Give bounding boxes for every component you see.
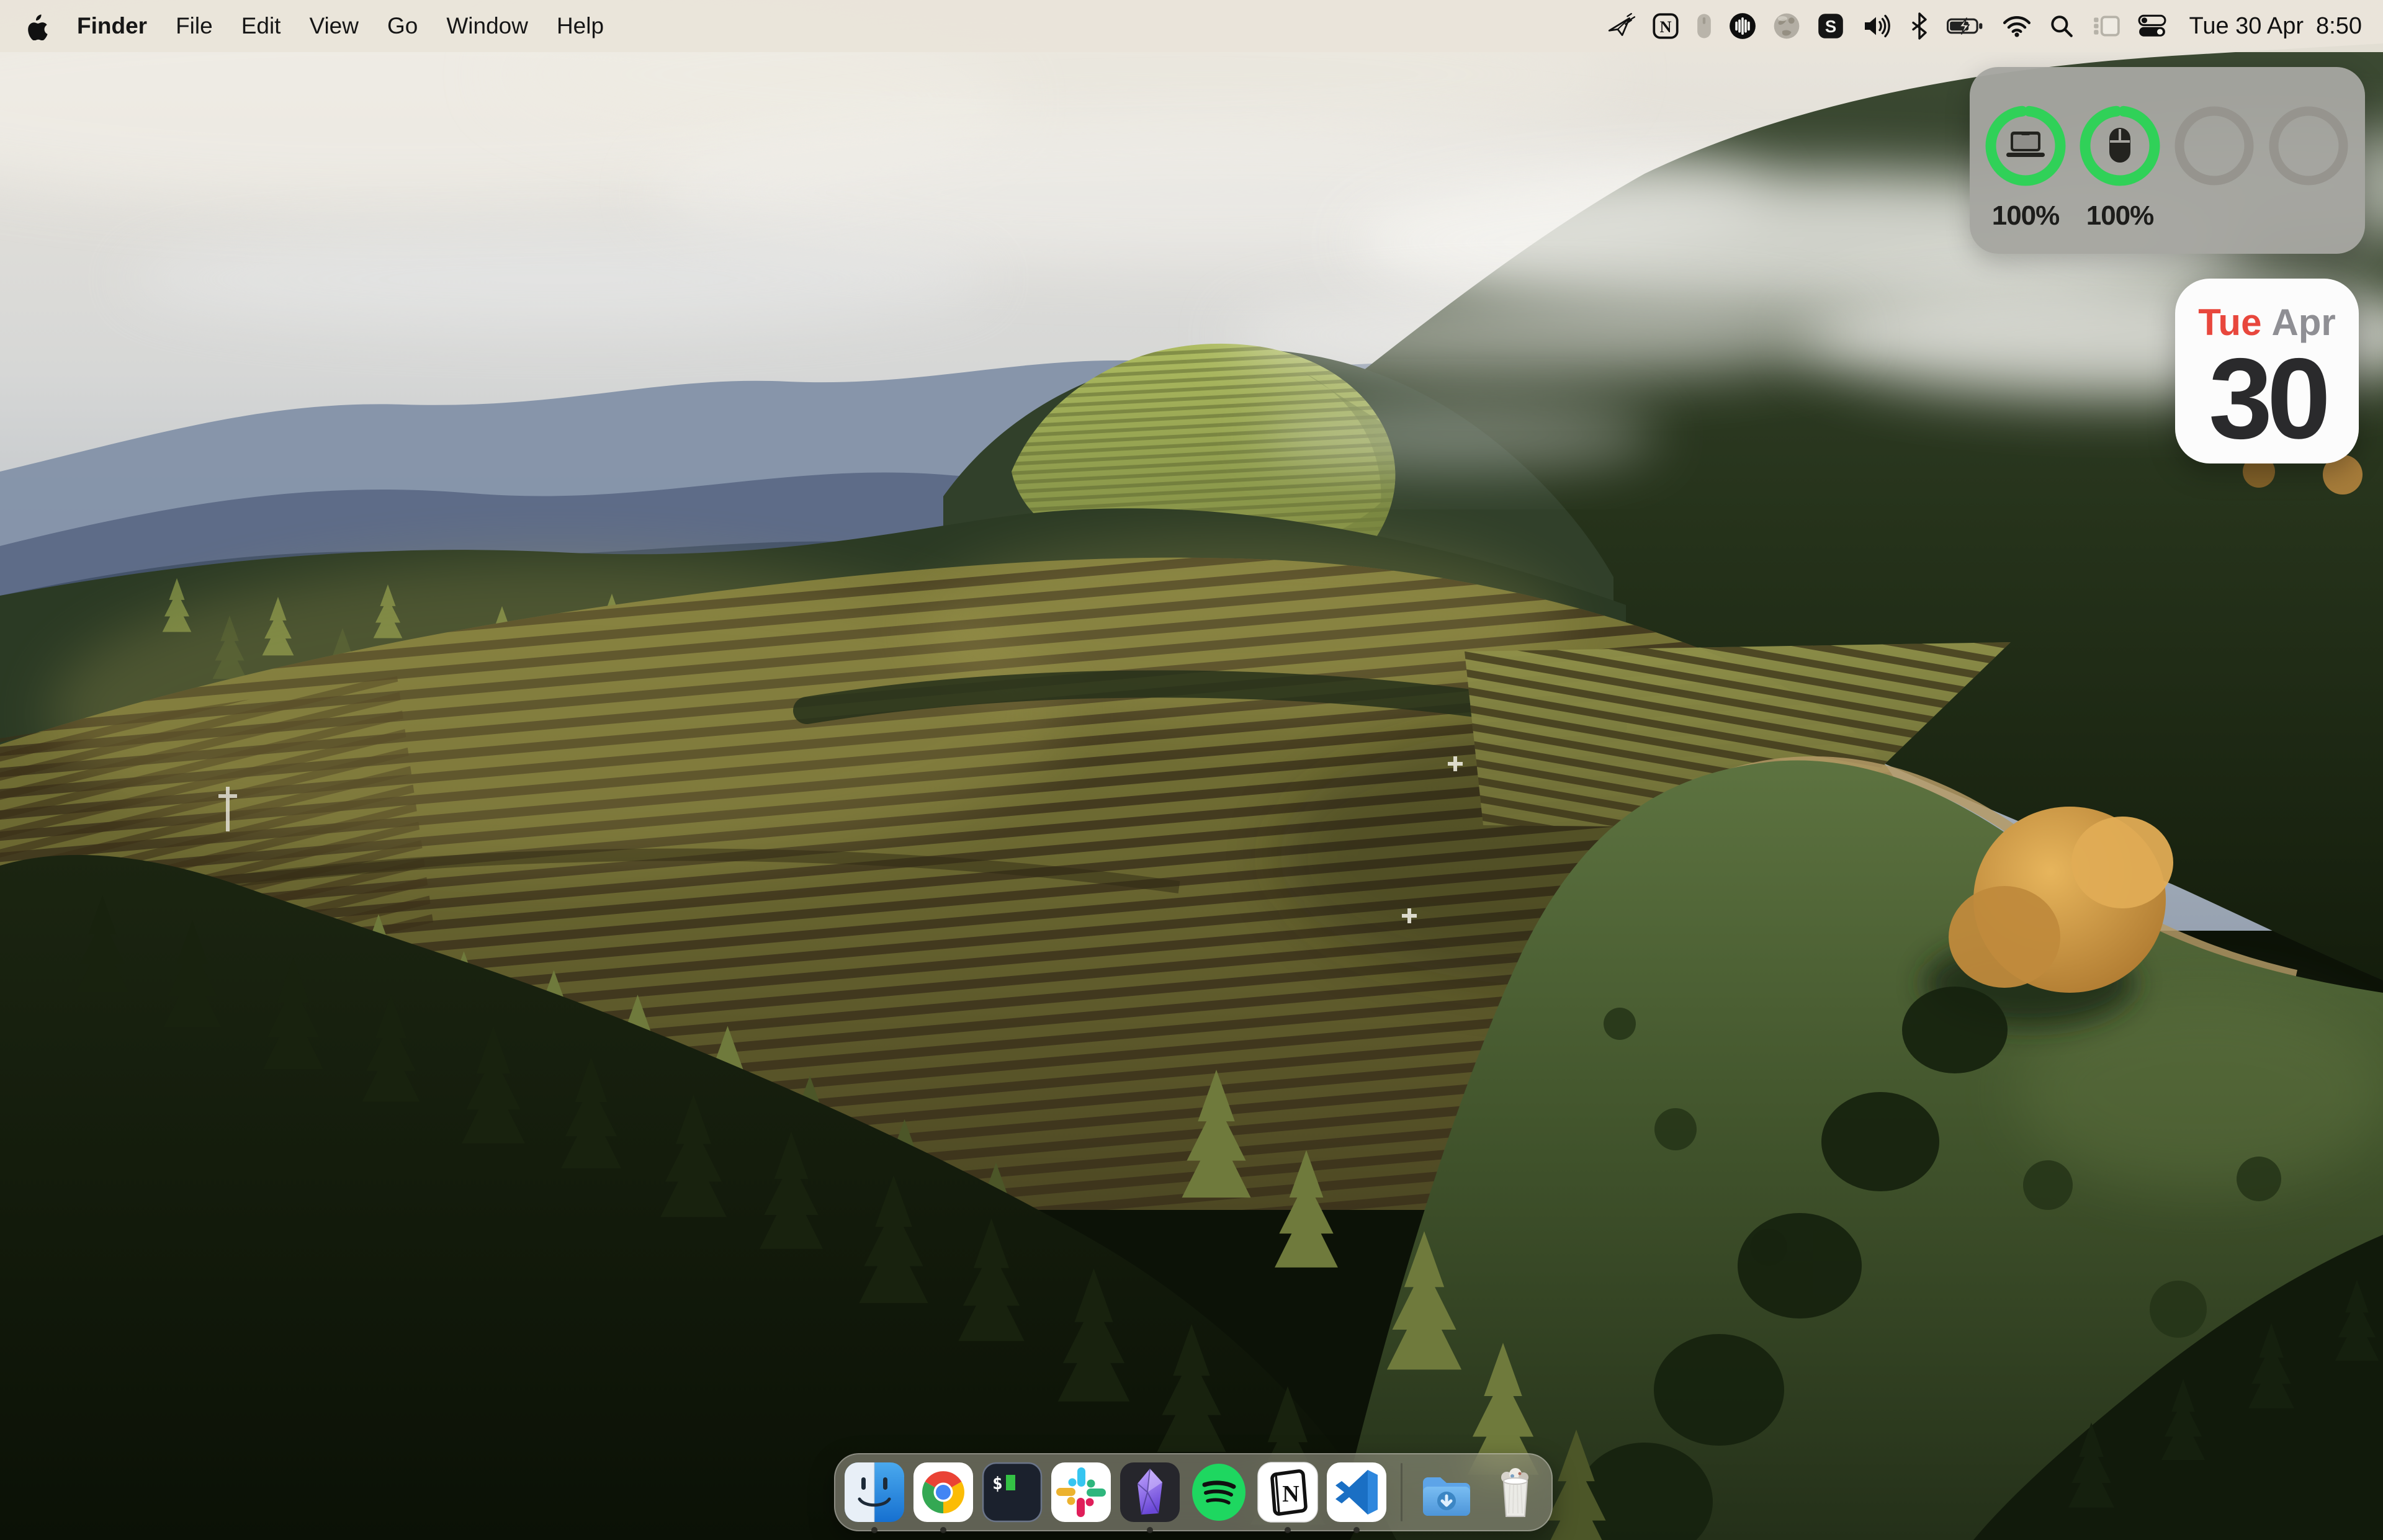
mouse-battery-percent: 100%: [2073, 200, 2166, 231]
desktop: ​: [0, 0, 2383, 1540]
menu-item-help[interactable]: Help: [557, 13, 604, 39]
menu-bar-left: Finder File Edit View Go Window Help: [0, 0, 604, 52]
running-indicator: [1147, 1527, 1153, 1533]
trash-full-icon: [1484, 1461, 1546, 1523]
clock-time: 8:50: [2316, 13, 2362, 40]
dock-item-finder[interactable]: [843, 1461, 905, 1523]
vscode-icon: [1326, 1461, 1388, 1523]
svg-text:N: N: [1282, 1481, 1299, 1507]
dock-item-vscode[interactable]: [1326, 1461, 1388, 1523]
laptop-icon: [2006, 132, 2045, 157]
dock-item-trash[interactable]: [1484, 1461, 1546, 1523]
dock-item-terminal[interactable]: $: [981, 1461, 1043, 1523]
empty-battery-ring: [2173, 104, 2256, 187]
menu-item-edit[interactable]: Edit: [241, 13, 281, 39]
dock-item-chrome[interactable]: [912, 1461, 974, 1523]
notion-icon: N: [1257, 1461, 1319, 1523]
waveform-icon[interactable]: [1729, 0, 1756, 52]
obsidian-icon: [1119, 1461, 1181, 1523]
finder-icon: [843, 1461, 905, 1523]
dock-item-notion[interactable]: N: [1257, 1461, 1319, 1523]
globe-icon[interactable]: [1773, 0, 1800, 52]
menu-bar-clock[interactable]: Tue 30 Apr 8:50: [2189, 13, 2362, 40]
menu-bar-status-area: N: [1607, 0, 2383, 52]
apple-menu[interactable]: [25, 0, 48, 52]
terminal-icon: $: [981, 1461, 1043, 1523]
slack-icon: [1050, 1461, 1112, 1523]
running-indicator: [1285, 1527, 1291, 1533]
battery-widget[interactable]: 100% 100%: [1970, 67, 2365, 254]
wifi-icon[interactable]: [2002, 0, 2032, 52]
chrome-icon: [912, 1461, 974, 1523]
stage-manager-icon[interactable]: [2091, 0, 2121, 52]
running-indicator: [1353, 1527, 1360, 1533]
clock-date: Tue 30 Apr: [2189, 13, 2304, 40]
apple-logo-icon: [25, 12, 48, 40]
macbook-battery-percent: 100%: [1979, 200, 2072, 231]
calendar-widget[interactable]: Tue Apr 30: [2175, 279, 2359, 463]
spotlight-search-icon[interactable]: [2049, 0, 2075, 52]
mouse-battery-icon[interactable]: [1696, 0, 1712, 52]
mouse-icon: [2109, 128, 2130, 163]
empty-battery-ring: [2267, 104, 2350, 187]
volume-icon[interactable]: [1861, 0, 1892, 52]
downloads-folder-icon: [1416, 1461, 1478, 1523]
spotify-icon: [1188, 1461, 1250, 1523]
dock-item-spotify[interactable]: [1188, 1461, 1250, 1523]
svg-text:N: N: [1659, 17, 1671, 36]
paper-plane-icon[interactable]: [1607, 0, 1635, 52]
dock-item-slack[interactable]: [1050, 1461, 1112, 1523]
menu-item-view[interactable]: View: [309, 13, 359, 39]
menu-item-go[interactable]: Go: [387, 13, 418, 39]
battery-charging-icon[interactable]: [1947, 0, 1985, 52]
dock-separator: [1401, 1463, 1402, 1521]
macbook-battery-ring: [1984, 104, 2067, 187]
svg-text:$: $: [992, 1473, 1003, 1493]
dock-item-obsidian[interactable]: [1119, 1461, 1181, 1523]
menu-bar: Finder File Edit View Go Window Help N: [0, 0, 2383, 52]
control-center-icon[interactable]: [2138, 0, 2166, 52]
menu-item-app-name[interactable]: Finder: [77, 13, 147, 39]
menu-item-file[interactable]: File: [176, 13, 213, 39]
notion-status-icon[interactable]: N: [1652, 0, 1679, 52]
svg-text:S: S: [1824, 17, 1836, 36]
dock: $: [834, 1453, 1553, 1531]
mouse-battery-ring: [2078, 104, 2161, 187]
menu-item-window[interactable]: Window: [446, 13, 528, 39]
bluetooth-icon[interactable]: [1909, 0, 1930, 52]
calendar-day: 30: [2209, 345, 2325, 454]
running-indicator: [871, 1527, 877, 1533]
dock-item-downloads-folder[interactable]: [1416, 1461, 1478, 1523]
stats-icon[interactable]: S: [1817, 0, 1844, 52]
running-indicator: [940, 1527, 946, 1533]
